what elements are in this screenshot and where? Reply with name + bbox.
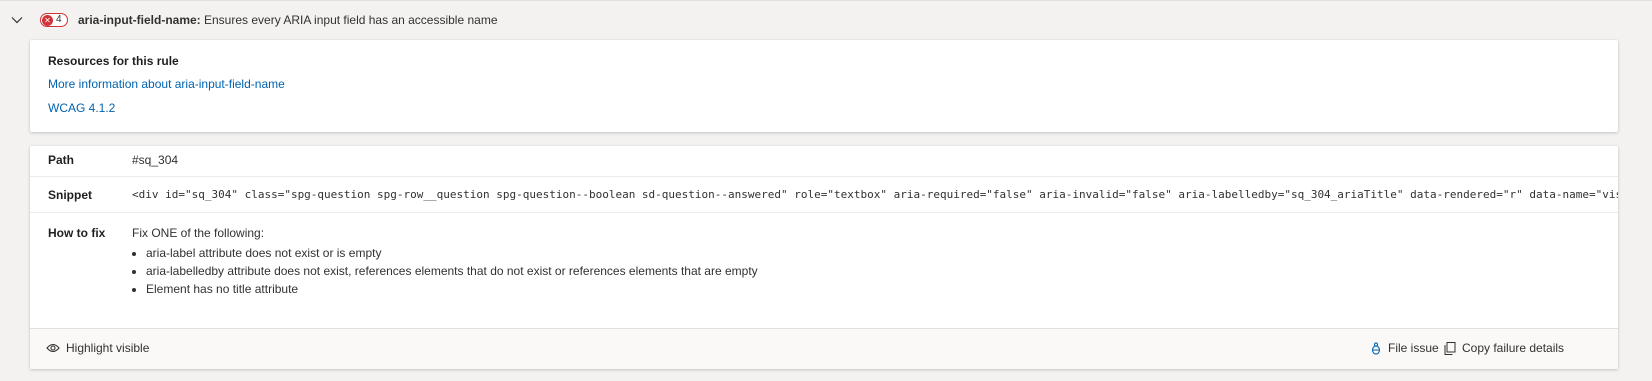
rule-title: aria-input-field-name: Ensures every ARI…: [78, 13, 498, 27]
path-label: Path: [48, 153, 75, 167]
path-value: #sq_304: [132, 153, 179, 167]
file-issue-button[interactable]: File issue: [1370, 341, 1439, 355]
rule-header[interactable]: ✕ 4 aria-input-field-name: Ensures every…: [0, 6, 1652, 34]
failure-count: 4: [56, 14, 62, 25]
howto-item: aria-labelledby attribute does not exist…: [146, 262, 758, 280]
eye-icon: [46, 343, 60, 353]
snippet-label: Snippet: [48, 188, 92, 202]
copy-failure-details-label: Copy failure details: [1462, 341, 1565, 355]
wcag-link[interactable]: WCAG 4.1.2: [48, 101, 115, 115]
bug-icon: [1371, 341, 1381, 355]
rule-description: Ensures every ARIA input field has an ac…: [200, 13, 498, 27]
copy-failure-details-button[interactable]: Copy failure details: [1444, 341, 1564, 355]
snippet-row: Snippet <div id="sq_304" class="spg-ques…: [30, 176, 1618, 213]
chevron-down-icon[interactable]: [10, 13, 24, 27]
howto-intro: Fix ONE of the following:: [132, 226, 265, 240]
highlight-visible-button[interactable]: Highlight visible: [46, 341, 149, 355]
howto-list: aria-label attribute does not exist or i…: [132, 244, 758, 298]
top-divider: [0, 0, 1652, 1]
howto-item: Element has no title attribute: [146, 280, 758, 298]
resources-card: Resources for this rule More information…: [30, 40, 1618, 132]
howto-label: How to fix: [48, 226, 106, 240]
file-issue-label: File issue: [1388, 341, 1439, 355]
more-info-link[interactable]: More information about aria-input-field-…: [48, 77, 285, 91]
failure-count-badge: ✕ 4: [40, 13, 68, 27]
failure-details-card: Path #sq_304 Snippet <div id="sq_304" cl…: [30, 146, 1618, 369]
howto-item: aria-label attribute does not exist or i…: [146, 244, 758, 262]
howto-row: How to fix Fix ONE of the following: ari…: [30, 212, 1618, 316]
resources-heading: Resources for this rule: [48, 54, 179, 68]
path-row: Path #sq_304: [30, 146, 1618, 177]
rule-name: aria-input-field-name:: [78, 13, 201, 27]
copy-icon: [1444, 341, 1456, 355]
highlight-visible-label: Highlight visible: [66, 341, 150, 355]
error-circle-icon: ✕: [42, 14, 53, 26]
snippet-value: <div id="sq_304" class="spg-question spg…: [132, 188, 1618, 201]
card-footer: Highlight visible File issue Copy failur…: [30, 328, 1618, 369]
howto-content: Fix ONE of the following: aria-label att…: [132, 226, 758, 298]
